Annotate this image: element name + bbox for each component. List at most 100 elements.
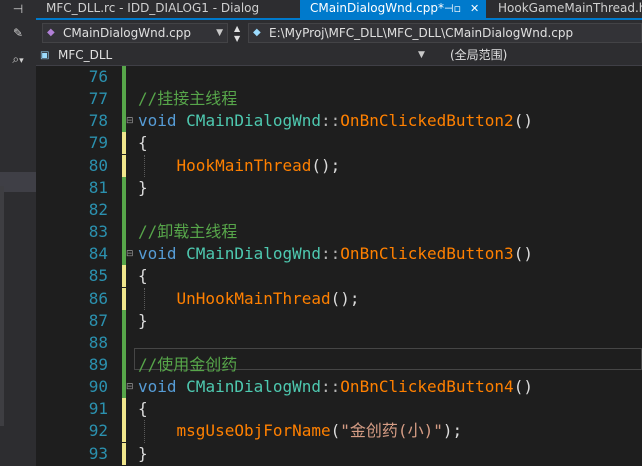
code-line[interactable]: 77 //挂接主线程 — [36, 88, 642, 111]
left-tool-strip: ⊣ ✎ ⌕▾ — [0, 0, 37, 466]
code-text: { — [138, 266, 148, 286]
cpp-file-icon: ◆ — [47, 27, 55, 38]
line-number: 84 — [88, 244, 108, 264]
code-text: { — [138, 399, 148, 419]
dropdown-icon[interactable]: ▾ — [19, 56, 24, 66]
fold-toggle-icon[interactable]: ⊟ — [126, 116, 134, 126]
indent-guide — [144, 420, 145, 443]
change-indicator — [122, 132, 126, 155]
code-text: } — [138, 177, 148, 197]
code-line[interactable]: 78 ⊟ void CMainDialogWnd::OnBnClickedButto… — [36, 110, 642, 133]
path-icon: ◆ — [253, 27, 261, 38]
line-number: 90 — [88, 377, 108, 397]
change-indicator — [122, 287, 126, 310]
line-number: 88 — [88, 332, 108, 352]
wrench-icon[interactable]: ✎ — [0, 26, 36, 40]
pin-tab-icon[interactable]: ⊣▫ — [444, 0, 461, 17]
code-text: } — [138, 310, 148, 330]
line-number: 80 — [88, 155, 108, 175]
line-number: 93 — [88, 443, 108, 463]
project-icon: ▣ — [40, 50, 50, 61]
code-line[interactable]: 90 ⊟ void CMainDialogWnd::OnBnClickedButto… — [36, 376, 642, 399]
sync-arrows[interactable]: ▲ ▼ — [232, 23, 244, 43]
code-line[interactable]: 82 — [36, 198, 642, 221]
change-indicator — [122, 265, 126, 288]
pin-icon[interactable]: ⊣ — [0, 2, 36, 16]
code-line[interactable]: 84 ⊟ void CMainDialogWnd::OnBnClickedButto… — [36, 243, 642, 266]
change-indicator — [122, 420, 126, 443]
path-combo-label: E:\MyProj\MFC_DLL\MFC_DLL\CMainDialogWnd… — [269, 26, 574, 40]
tab-mfc-dll-rc[interactable]: MFC_DLL.rc - IDD_DIALOG1 - Dialog — [36, 0, 259, 18]
tab-cmaindialogwnd-cpp[interactable]: CMainDialogWnd.cpp* ⊣▫ ✕ — [300, 0, 486, 18]
code-text: void CMainDialogWnd::OnBnClickedButton2(… — [138, 111, 533, 131]
project-dropdown[interactable]: MFC_DLL — [58, 46, 112, 65]
indent-guide — [144, 154, 145, 177]
code-text: HookMainThread(); — [176, 155, 341, 175]
line-number: 87 — [88, 310, 108, 330]
code-line[interactable]: 88 — [36, 331, 642, 354]
scope-dropdown[interactable]: (全局范围) — [450, 46, 507, 65]
path-combo[interactable]: ◆ E:\MyProj\MFC_DLL\MFC_DLL\CMainDialogW… — [248, 23, 642, 43]
code-text: UnHookMainThread(); — [176, 288, 360, 308]
chevron-down-icon: ▼ — [216, 28, 223, 38]
change-indicator — [122, 309, 126, 332]
code-line[interactable]: 79 { — [36, 132, 642, 155]
change-indicator — [122, 398, 126, 421]
line-number: 85 — [88, 266, 108, 286]
code-line[interactable]: 93} — [36, 442, 642, 465]
vertical-scrollbar[interactable] — [0, 186, 4, 426]
code-line[interactable]: 89 //使用金创药 — [36, 353, 642, 376]
line-number: 77 — [88, 89, 108, 109]
code-text: //使用金创药 — [138, 354, 238, 374]
change-indicator — [122, 66, 126, 88]
code-editor[interactable]: 76 77//挂接主线程 78 ⊟ void CMainDialogWnd::OnBnC… — [36, 66, 642, 466]
code-line[interactable]: 81} — [36, 176, 642, 199]
file-combo-label: CMainDialogWnd.cpp — [63, 26, 191, 40]
indent-guide — [144, 287, 145, 310]
change-indicator — [122, 353, 126, 376]
code-line[interactable]: 76 — [36, 66, 642, 88]
code-text: msgUseObjForName("金创药(小)"); — [176, 421, 463, 441]
change-indicator — [122, 176, 126, 199]
file-combo[interactable]: ◆ CMainDialogWnd.cpp ▼ — [42, 23, 228, 43]
line-number: 81 — [88, 177, 108, 197]
line-number: 76 — [88, 67, 108, 86]
line-number: 92 — [88, 421, 108, 441]
selected-tree-item[interactable] — [0, 172, 36, 192]
code-line[interactable]: 87} — [36, 309, 642, 332]
code-line[interactable]: 91 { — [36, 398, 642, 421]
tab-hookgamemainthread-h[interactable]: HookGameMainThread.h — [488, 0, 642, 18]
change-indicator — [122, 198, 126, 221]
down-arrow-icon: ▼ — [234, 34, 241, 43]
code-line[interactable]: 80 HookMainThread(); — [36, 154, 642, 177]
code-line[interactable]: 85 { — [36, 265, 642, 288]
tab-label: CMainDialogWnd.cpp* — [310, 1, 444, 15]
tab-label: HookGameMainThread.h — [498, 1, 642, 15]
document-tab-bar: MFC_DLL.rc - IDD_DIALOG1 - Dialog CMainD… — [36, 0, 642, 18]
line-number: 86 — [88, 288, 108, 308]
code-text: } — [138, 443, 148, 463]
chevron-down-icon[interactable]: ▼ — [418, 46, 425, 65]
scope-bar: ▣ MFC_DLL ▼ (全局范围) — [36, 46, 642, 66]
line-number: 83 — [88, 222, 108, 242]
line-number: 78 — [88, 111, 108, 131]
code-line[interactable]: 92 msgUseObjForName("金创药(小)"); — [36, 420, 642, 443]
change-indicator — [122, 154, 126, 177]
change-indicator — [122, 221, 126, 244]
code-line[interactable]: 86 UnHookMainThread(); — [36, 287, 642, 310]
fold-toggle-icon[interactable]: ⊟ — [126, 249, 134, 259]
code-text: void CMainDialogWnd::OnBnClickedButton4(… — [138, 377, 533, 397]
fold-toggle-icon[interactable]: ⊟ — [126, 382, 134, 392]
code-text: { — [138, 133, 148, 153]
change-indicator — [122, 331, 126, 354]
change-indicator — [122, 88, 126, 111]
code-text: //卸载主线程 — [138, 222, 238, 242]
line-number: 79 — [88, 133, 108, 153]
code-text: void CMainDialogWnd::OnBnClickedButton3(… — [138, 244, 533, 264]
navigation-bar: ◆ CMainDialogWnd.cpp ▼ ▲ ▼ ◆ E:\MyProj\M… — [36, 20, 642, 46]
close-tab-icon[interactable]: ✕ — [470, 0, 479, 17]
change-indicator — [122, 442, 126, 465]
search-icon[interactable]: ⌕▾ — [0, 52, 36, 67]
line-number: 82 — [88, 199, 108, 219]
code-line[interactable]: 83 //卸载主线程 — [36, 221, 642, 244]
